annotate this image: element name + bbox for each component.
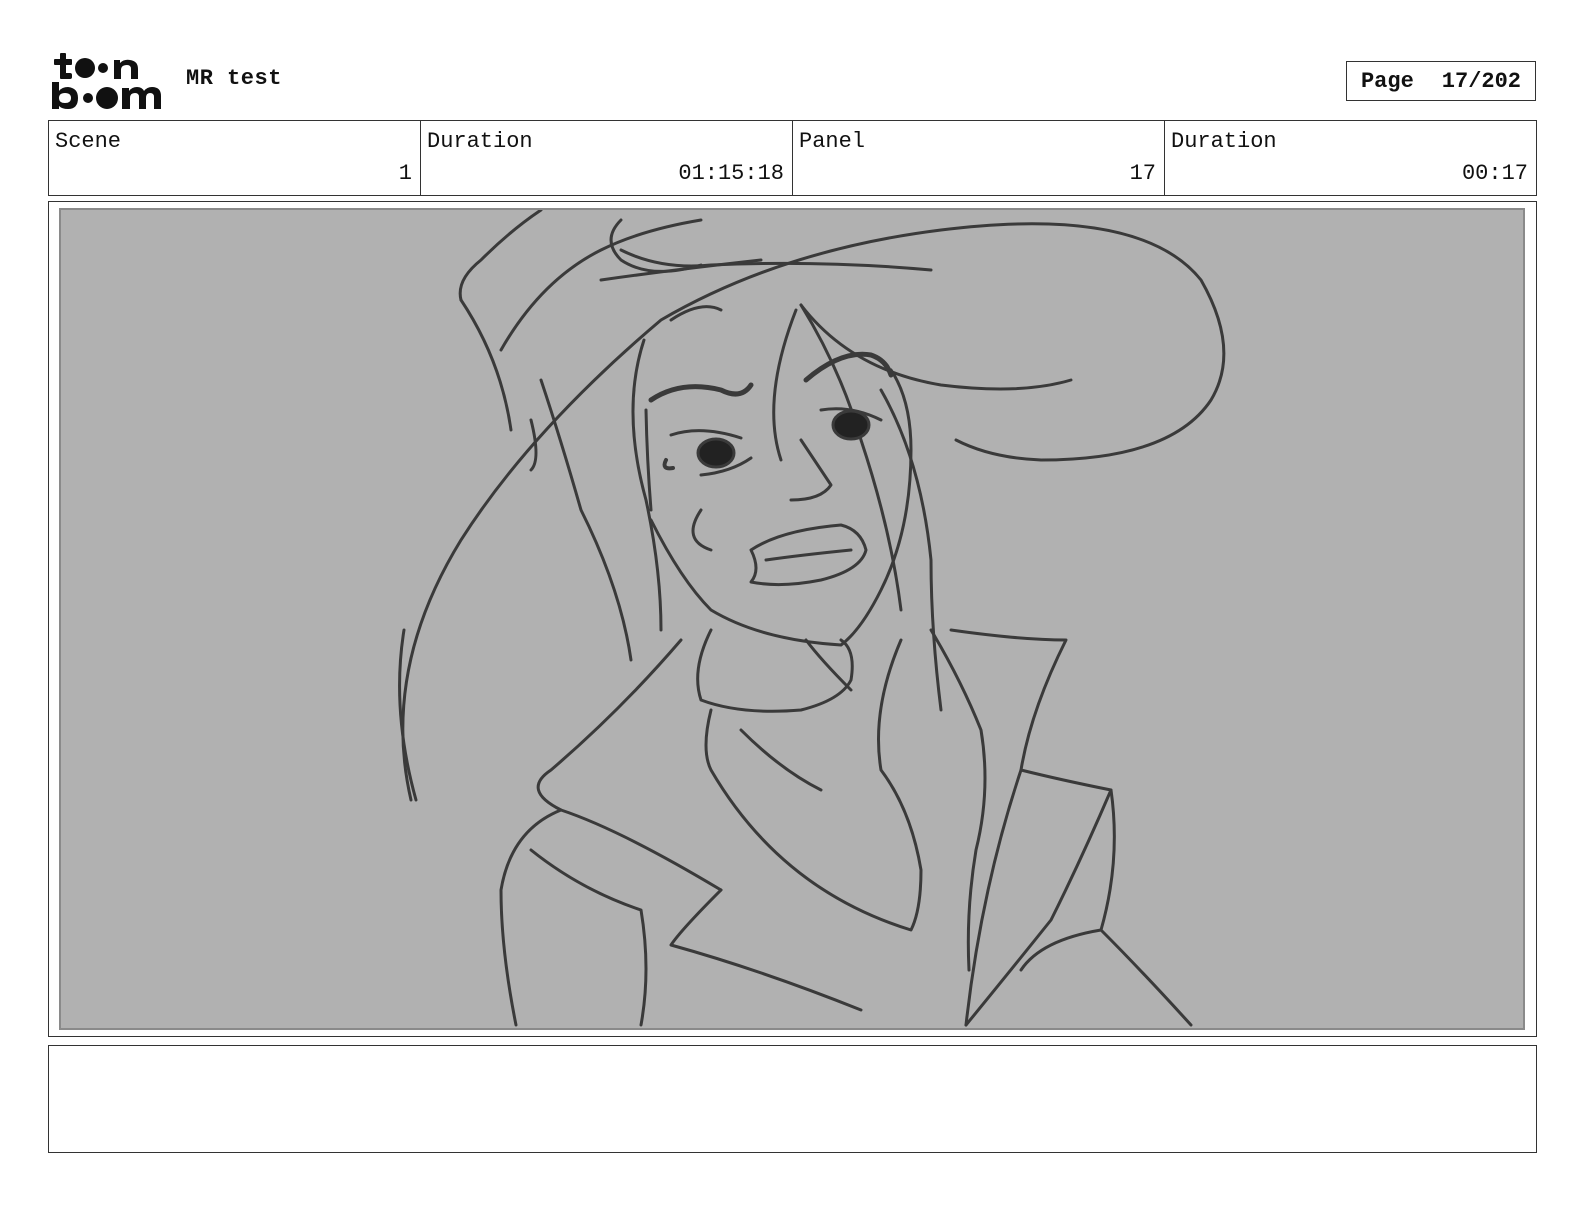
scene-duration-cell: Duration 01:15:18 (421, 121, 793, 195)
storyboard-panel-image (59, 208, 1525, 1030)
scene-duration-label: Duration (427, 129, 533, 154)
panel-label: Panel (799, 129, 866, 154)
panel-cell: Panel 17 (793, 121, 1165, 195)
page-number: 17/202 (1441, 68, 1522, 94)
panel-info-row: Scene 1 Duration 01:15:18 Panel 17 Durat… (48, 120, 1537, 196)
scene-cell: Scene 1 (49, 121, 421, 195)
face-outline-sketch (649, 368, 913, 647)
storyboard-panel-frame (48, 201, 1537, 1037)
hat-brim-sketch (401, 222, 1226, 802)
scene-label: Scene (55, 129, 122, 154)
hat-brim-edge-sketch (398, 628, 418, 802)
page-label: Page (1360, 68, 1414, 94)
panel-notes-area[interactable] (48, 1045, 1537, 1153)
project-title: MR test (186, 66, 282, 91)
panel-duration-value: 00:17 (1461, 161, 1528, 186)
toon-boom-logo (50, 50, 166, 112)
scene-duration-value: 01:15:18 (678, 161, 784, 186)
scene-value: 1 (398, 161, 412, 186)
panel-value: 17 (1129, 161, 1156, 186)
page-indicator: Page 17/202 (1346, 61, 1536, 101)
panel-duration-cell: Duration 00:17 (1165, 121, 1536, 195)
panel-duration-label: Duration (1171, 129, 1277, 154)
right-eye-sketch (831, 409, 871, 441)
left-eye-sketch (696, 437, 736, 469)
